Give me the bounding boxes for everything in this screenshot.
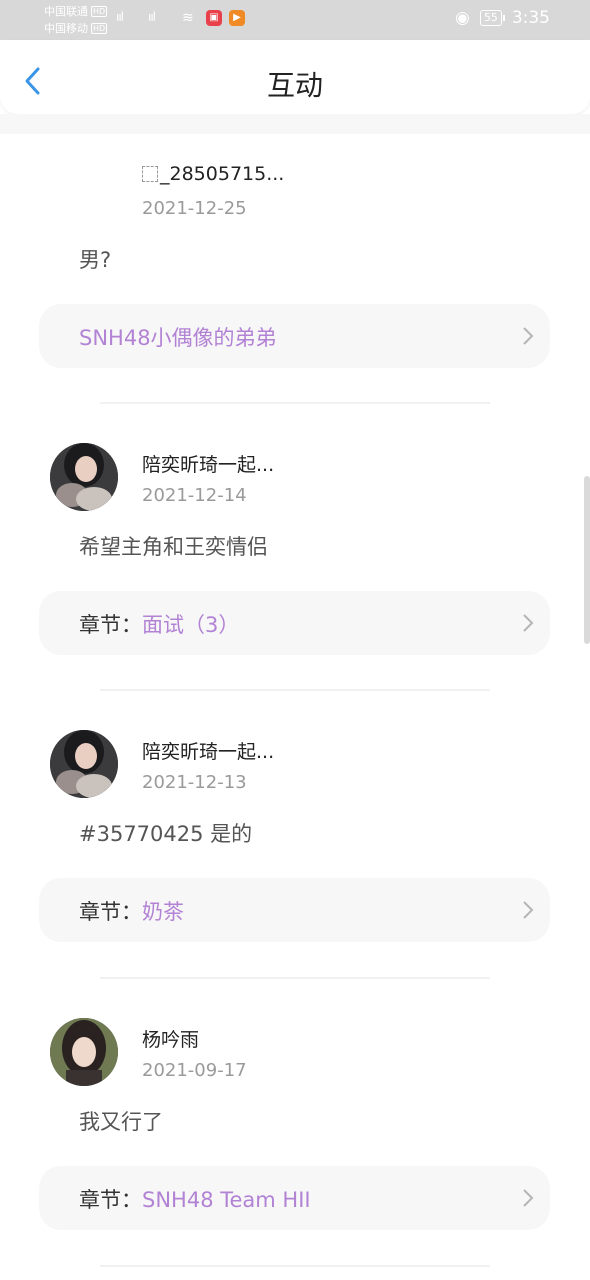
chapter-prefix: 章节：	[79, 1188, 142, 1212]
divider	[100, 977, 490, 979]
header-gap	[0, 114, 590, 134]
avatar[interactable]	[50, 443, 118, 511]
wifi-icon: ≋	[182, 10, 194, 26]
hd-badge: HD	[91, 6, 108, 17]
scrollbar[interactable]	[584, 476, 590, 644]
carrier-info: 中国联通 HD 中国移动 HD	[44, 3, 108, 37]
divider	[100, 402, 490, 404]
list-item: 杨吟雨 2021-09-17 我又行了 章节：SNH48 Team HII	[0, 996, 590, 1276]
list-item: 陪奕昕琦一起... 2021-12-14 希望主角和王奕情侣 章节：面试（3）	[0, 421, 590, 701]
username-text: _28505715...	[160, 163, 285, 185]
avatar-image	[50, 730, 118, 798]
chapter-link[interactable]: 章节：奶茶	[39, 878, 550, 942]
chevron-right-icon	[523, 614, 534, 632]
comment-username: 陪奕昕琦一起...	[142, 454, 275, 476]
chapter-name: SNH48小偶像的弟弟	[79, 326, 277, 350]
comment-text: 我又行了	[79, 1110, 163, 1134]
comment-username: 杨吟雨	[142, 1029, 200, 1051]
chapter-prefix: 章节：	[79, 613, 142, 637]
avatar-image	[50, 443, 118, 511]
play-app-icon: ▶	[229, 10, 245, 26]
battery-icon: 55	[479, 10, 505, 26]
chapter-link[interactable]: 章节：面试（3）	[39, 591, 550, 655]
comment-date: 2021-12-14	[142, 485, 247, 506]
chapter-label: 章节：面试（3）	[79, 609, 239, 639]
avatar-image	[50, 1018, 118, 1086]
comment-text: 男?	[79, 248, 112, 272]
comment-date: 2021-12-13	[142, 772, 247, 793]
chapter-link[interactable]: SNH48小偶像的弟弟	[39, 304, 550, 368]
chapter-label: 章节：奶茶	[79, 896, 184, 926]
comment-list: _28505715... 2021-12-25 男? SNH48小偶像的弟弟 陪…	[0, 134, 590, 1280]
chevron-right-icon	[523, 901, 534, 919]
chevron-right-icon	[523, 1189, 534, 1207]
chapter-link[interactable]: 章节：SNH48 Team HII	[39, 1166, 550, 1230]
signal-icon: ııl	[116, 10, 124, 24]
chapter-prefix: 章节：	[79, 900, 142, 924]
divider	[100, 689, 490, 691]
chapter-name: 奶茶	[142, 900, 184, 924]
nav-header: 互动	[0, 40, 590, 114]
status-bar: 中国联通 HD 中国移动 HD ııl ııl ≋ ▣ ▶ ◉ 55 3:35	[0, 0, 590, 40]
list-item: 陪奕昕琦一起... 2021-12-13 #35770425 是的 章节：奶茶	[0, 708, 590, 988]
book-app-icon: ▣	[206, 10, 222, 26]
carrier-2: 中国移动	[44, 22, 88, 35]
image-placeholder-icon	[142, 166, 158, 182]
comment-date: 2021-09-17	[142, 1060, 247, 1081]
chapter-name: SNH48 Team HII	[142, 1188, 311, 1212]
chapter-label: SNH48小偶像的弟弟	[79, 322, 277, 352]
avatar[interactable]	[50, 1018, 118, 1086]
comment-text: 希望主角和王奕情侣	[79, 535, 268, 559]
comment-text: #35770425 是的	[79, 822, 253, 846]
comment-username: 陪奕昕琦一起...	[142, 741, 275, 763]
comment-username: _28505715...	[142, 163, 284, 185]
carrier-1: 中国联通	[44, 5, 88, 18]
list-item: _28505715... 2021-12-25 男? SNH48小偶像的弟弟	[0, 134, 590, 414]
chapter-label: 章节：SNH48 Team HII	[79, 1184, 311, 1214]
chevron-right-icon	[523, 327, 534, 345]
comment-date: 2021-12-25	[142, 198, 247, 219]
avatar[interactable]	[50, 730, 118, 798]
page-title: 互动	[266, 69, 323, 102]
hd-badge-2: HD	[91, 23, 108, 34]
signal-icon-2: ııl	[148, 10, 156, 24]
clock: 3:35	[511, 8, 550, 28]
eye-icon: ◉	[454, 8, 470, 28]
chapter-name: 面试（3）	[142, 613, 240, 637]
divider	[100, 1265, 490, 1267]
